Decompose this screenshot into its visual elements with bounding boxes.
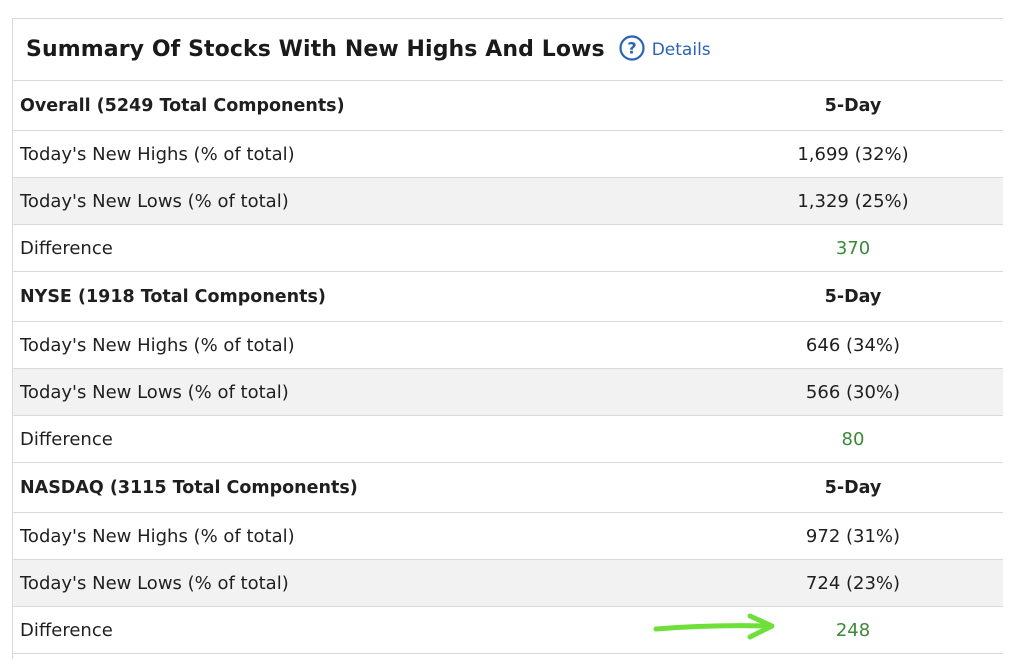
table-row: Today's New Lows (% of total) 566 (30%) (13, 368, 1003, 416)
help-icon[interactable]: ? (619, 34, 645, 61)
row-label: Difference (13, 415, 703, 463)
row-value: 1,329 (25%) (703, 177, 1003, 225)
table-row: Today's New Lows (% of total) 724 (23%) (13, 559, 1003, 607)
green-arrow-icon (653, 613, 775, 640)
difference-value: 370 (703, 224, 1003, 272)
row-value: 1,699 (32%) (703, 130, 1003, 178)
row-label: Difference (13, 224, 703, 272)
row-label: Difference (13, 606, 703, 654)
row-value: 724 (23%) (703, 559, 1003, 607)
table-row: Difference 80 (13, 415, 1003, 463)
row-label: Today's New Highs (% of total) (13, 321, 703, 369)
table-row: Difference 248 (13, 606, 1003, 654)
period-column-header: 5-Day (703, 462, 1003, 513)
details-link[interactable]: Details (652, 40, 711, 60)
table-row: Today's New Highs (% of total) 646 (34%) (13, 321, 1003, 369)
row-label: Today's New Highs (% of total) (13, 512, 703, 560)
table-row: Today's New Highs (% of total) 1,699 (32… (13, 130, 1003, 178)
highs-lows-table: Overall (5249 Total Components) 5-Day To… (13, 81, 1003, 654)
row-label: Today's New Lows (% of total) (13, 177, 703, 225)
table-row: Today's New Lows (% of total) 1,329 (25%… (13, 177, 1003, 225)
section-header-nyse: NYSE (1918 Total Components) 5-Day (13, 271, 1003, 322)
row-value: 566 (30%) (703, 368, 1003, 416)
row-value: 972 (31%) (703, 512, 1003, 560)
period-column-header: 5-Day (703, 271, 1003, 322)
section-title: NYSE (1918 Total Components) (13, 271, 703, 322)
section-header-nasdaq: NASDAQ (3115 Total Components) 5-Day (13, 462, 1003, 513)
table-row: Difference 370 (13, 224, 1003, 272)
section-title: NASDAQ (3115 Total Components) (13, 462, 703, 513)
row-label: Today's New Lows (% of total) (13, 559, 703, 607)
svg-text:?: ? (627, 38, 636, 57)
section-header-overall: Overall (5249 Total Components) 5-Day (13, 81, 1003, 131)
stocks-highs-lows-panel: Summary Of Stocks With New Highs And Low… (12, 18, 1003, 659)
panel-title: Summary Of Stocks With New Highs And Low… (26, 37, 605, 62)
row-label: Today's New Lows (% of total) (13, 368, 703, 416)
row-value: 646 (34%) (703, 321, 1003, 369)
table-row: Today's New Highs (% of total) 972 (31%) (13, 512, 1003, 560)
panel-header: Summary Of Stocks With New Highs And Low… (13, 19, 1003, 81)
period-column-header: 5-Day (703, 81, 1003, 131)
section-title: Overall (5249 Total Components) (13, 81, 703, 131)
row-label: Today's New Highs (% of total) (13, 130, 703, 178)
difference-value: 80 (703, 415, 1003, 463)
